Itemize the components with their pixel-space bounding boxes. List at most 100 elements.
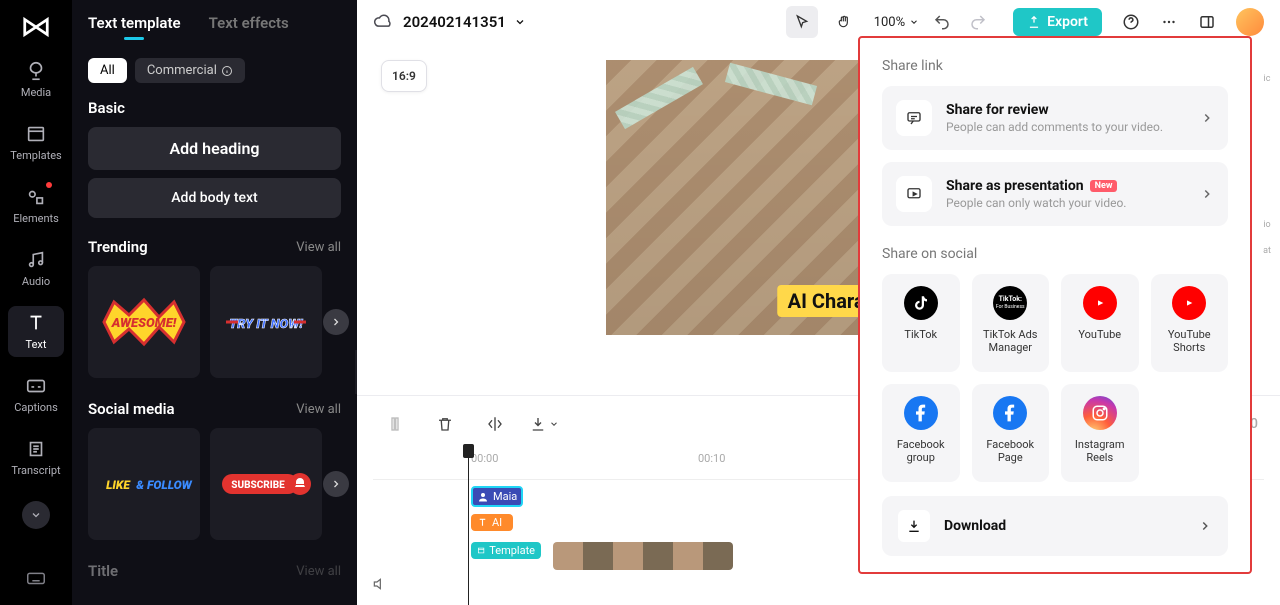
social-youtube-shorts[interactable]: YouTube Shorts [1151,274,1229,372]
download-clip[interactable] [529,415,559,433]
social-facebook-group[interactable]: Facebook group [882,384,960,482]
user-avatar[interactable] [1236,8,1264,36]
carousel-next-icon[interactable] [323,471,349,497]
social-label: YouTube Shorts [1155,328,1225,354]
carousel-next-icon[interactable] [323,309,349,335]
social-label: TikTok Ads Manager [976,328,1046,354]
view-all-social[interactable]: View all [296,402,341,417]
zoom-level[interactable]: 100% [874,15,919,30]
app-logo[interactable] [21,12,51,42]
clip-avatar[interactable]: Maia [471,486,523,507]
section-trending: Trending [88,238,148,256]
rail-transcript[interactable]: Transcript [8,432,64,483]
zoom-value: 100% [874,15,905,30]
share-card-title: Share as presentation New [946,178,1186,194]
youtube-icon [1083,286,1117,320]
info-icon [221,65,233,77]
project-title[interactable]: 202402141351 [403,13,526,31]
share-social-heading: Share on social [882,246,1228,262]
add-body-text-button[interactable]: Add body text [88,178,341,218]
section-title-partial: Title [88,562,118,580]
rail-captions[interactable]: Captions [8,369,64,420]
clip-label: Maia [493,490,517,503]
rail-text[interactable]: Text [8,306,64,357]
aspect-ratio-badge[interactable]: 16:9 [381,60,427,92]
social-tiktok[interactable]: TikTok [882,274,960,372]
filter-label: Commercial [147,63,217,78]
svg-text:& FOLLOW: & FOLLOW [136,478,192,492]
clip-label: Template [489,544,535,557]
section-basic: Basic [88,99,341,117]
template-thumb[interactable]: AWESOME! [88,266,200,378]
social-facebook-page[interactable]: Facebook Page [972,384,1050,482]
rail-label: Media [21,86,51,99]
instagram-icon [1083,396,1117,430]
rail-templates[interactable]: Templates [8,117,64,168]
editor-center: 202402141351 100% Export [357,0,1280,605]
rail-audio[interactable]: Audio [8,243,64,294]
text-panel: Text template Text effects All Commercia… [72,0,357,605]
tab-text-effects[interactable]: Text effects [209,14,289,40]
cursor-tool[interactable] [786,6,818,38]
tiktok-biz-icon: TikTok:For Business [993,286,1027,320]
timeline-playhead[interactable] [468,452,469,605]
social-label: TikTok [904,328,937,341]
social-instagram-reels[interactable]: Instagram Reels [1061,384,1139,482]
template-thumb[interactable]: SUBSCRIBE [210,428,322,540]
hand-tool[interactable] [828,6,860,38]
chevron-down-icon [909,17,919,27]
svg-text:TRY IT NOW!: TRY IT NOW! [229,317,303,332]
cloud-sync-icon[interactable] [373,12,393,32]
chevron-right-icon [1200,111,1214,125]
social-youtube[interactable]: YouTube [1061,274,1139,372]
more-icon[interactable] [1160,13,1178,31]
template-thumb[interactable]: TRY IT NOW! [210,266,322,378]
undo-button[interactable] [933,13,951,31]
panel-toggle-icon[interactable] [1198,13,1216,31]
notification-dot [46,182,52,188]
export-button[interactable]: Export [1013,8,1102,36]
split-tool-icon[interactable] [379,408,411,440]
add-heading-button[interactable]: Add heading [88,127,341,170]
social-tiktok-ads-manager[interactable]: TikTok:For Business TikTok Ads Manager [972,274,1050,372]
svg-text:LIKE: LIKE [106,478,131,492]
presentation-icon [896,176,932,212]
ruler-tick: 00:00 [471,452,498,465]
help-icon[interactable] [1122,13,1140,31]
share-card-sub: People can add comments to your video. [946,120,1186,134]
view-all-title[interactable]: View all [296,564,341,579]
share-card-title: Share for review [946,102,1186,118]
rail-more[interactable] [22,501,50,529]
tab-text-template[interactable]: Text template [88,14,181,40]
filter-commercial[interactable]: Commercial [135,58,245,83]
download-card[interactable]: Download [882,496,1228,556]
social-label: YouTube [1078,328,1121,341]
keyboard-shortcuts-icon[interactable] [25,567,47,589]
svg-text:AWESOME!: AWESOME! [111,316,177,331]
rail-elements[interactable]: Elements [8,180,64,231]
svg-text:SUBSCRIBE: SUBSCRIBE [231,480,285,491]
ruler-tick: 00:10 [698,452,725,465]
social-label: Instagram Reels [1065,438,1135,464]
mute-track-icon[interactable] [371,576,387,592]
share-link-heading: Share link [882,58,1228,74]
chevron-down-icon [549,419,559,429]
rail-label: Elements [13,212,59,225]
mirror-icon[interactable] [479,408,511,440]
new-badge: New [1090,180,1118,192]
rail-media[interactable]: Media [8,54,64,105]
delete-icon[interactable] [429,408,461,440]
share-review-card[interactable]: Share for review People can add comments… [882,86,1228,150]
share-card-sub: People can only watch your video. [946,196,1186,210]
template-thumb[interactable]: LIKE & FOLLOW [88,428,200,540]
clip-video-track[interactable] [553,542,733,570]
view-all-trending[interactable]: View all [296,240,341,255]
share-presentation-card[interactable]: Share as presentation New People can onl… [882,162,1228,226]
clip-template[interactable]: Template [471,542,541,559]
download-label: Download [944,518,1184,534]
clip-text[interactable]: AI [471,514,513,531]
redo-button[interactable] [969,13,987,31]
filter-all[interactable]: All [88,58,127,83]
chevron-right-icon [1198,519,1212,533]
section-social: Social media [88,400,175,418]
